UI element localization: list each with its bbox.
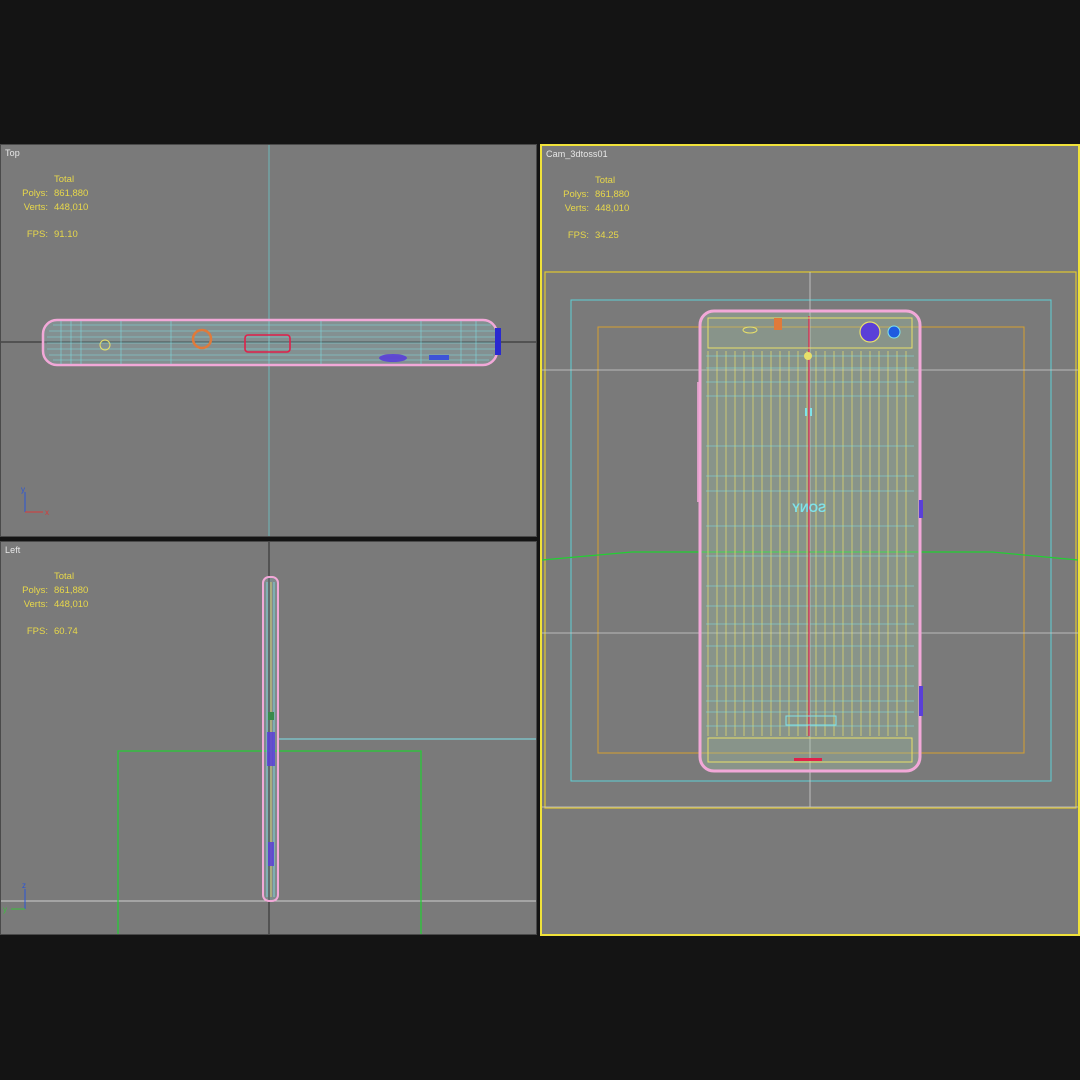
- stats-header: Total: [54, 174, 75, 185]
- brand-logo-mirrored: SONY: [792, 501, 826, 515]
- axis-label-a: y: [21, 485, 25, 494]
- viewport-top[interactable]: y x Top Total Polys: 861,880 Verts: 448,01…: [0, 144, 537, 537]
- polys-label: Polys:: [22, 188, 48, 199]
- verts-label: Verts:: [23, 202, 48, 213]
- verts-label: Verts:: [23, 599, 48, 610]
- polys-value: 861,880: [595, 189, 630, 200]
- fps-label: FPS:: [26, 229, 48, 240]
- fps-label: FPS:: [26, 626, 48, 637]
- fps-value: 60.74: [54, 626, 78, 637]
- polys-value: 861,880: [54, 585, 89, 596]
- verts-label: Verts:: [564, 203, 589, 214]
- camera-lens-wire: [859, 321, 881, 343]
- axis-gizmo: [24, 492, 43, 513]
- camera-wireframe-canvas: SONY: [542, 271, 1078, 809]
- axis-gizmo: [11, 889, 26, 910]
- stats-panel-camera: Total Polys: 861,880 Verts: 448,010 FPS: 34…: [554, 174, 629, 243]
- viewport-left[interactable]: z y Left Total Polys: 861,880 Verts: 448,0…: [0, 541, 537, 935]
- polys-label: Polys:: [22, 585, 48, 596]
- axis-label-b: x: [45, 508, 49, 517]
- polys-value: 861,880: [54, 188, 89, 199]
- verts-value: 448,010: [54, 599, 89, 610]
- stats-header: Total: [595, 175, 616, 186]
- verts-value: 448,010: [54, 202, 89, 213]
- polys-label: Polys:: [563, 189, 589, 200]
- viewport-camera[interactable]: SONY Cam_3dtoss01 Total Polys: 861,880 Ve…: [540, 144, 1080, 936]
- stats-header: Total: [54, 571, 75, 582]
- viewport-label-top[interactable]: Top: [5, 148, 20, 158]
- verts-value: 448,010: [595, 203, 630, 214]
- flash-wire: [887, 325, 901, 339]
- axis-label-a: z: [22, 881, 26, 890]
- phone-back-wireframe: [697, 309, 923, 773]
- stats-panel-left: Total Polys: 861,880 Verts: 448,010 FPS: 60…: [13, 570, 88, 639]
- fps-value: 34.25: [595, 230, 619, 241]
- viewport-label-left[interactable]: Left: [5, 545, 20, 555]
- phone-side-wireframe: [262, 576, 279, 902]
- phone-top-wireframe: [41, 318, 501, 367]
- axis-label-b: y: [3, 905, 7, 914]
- fps-value: 91.10: [54, 229, 78, 240]
- fps-label: FPS:: [567, 230, 589, 241]
- stats-panel-top: Total Polys: 861,880 Verts: 448,010 FPS: 91…: [13, 173, 88, 242]
- viewport-label-camera[interactable]: Cam_3dtoss01: [546, 149, 608, 159]
